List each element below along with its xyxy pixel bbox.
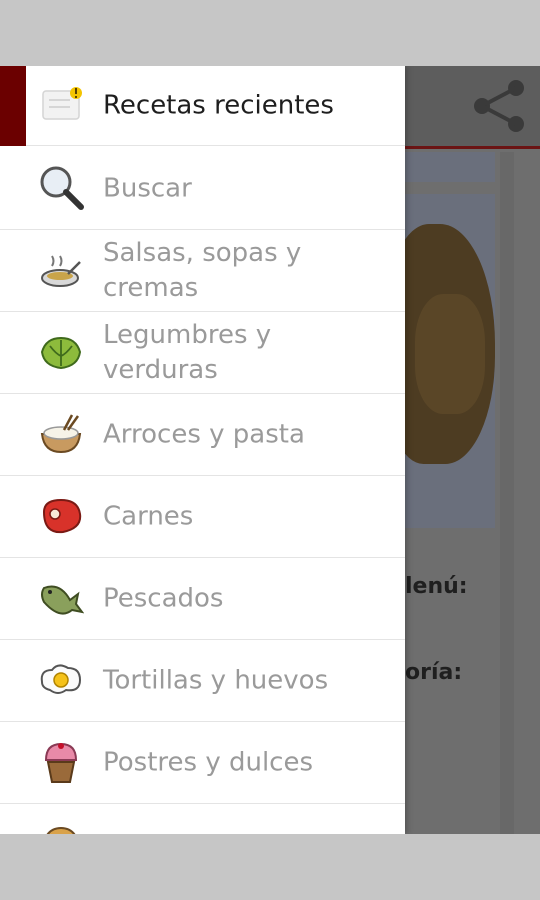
navigation-drawer: Recetas recientes Buscar Salsas, sopas y… (0, 66, 405, 834)
top-bezel (0, 0, 540, 66)
fish-icon (41, 585, 84, 615)
background-category-label: oría: (405, 660, 463, 685)
drawer-item-meats[interactable]: Carnes (0, 476, 405, 558)
drawer-item-rice-pasta[interactable]: Arroces y pasta (0, 394, 405, 476)
background-recipe-photo (405, 194, 495, 528)
drawer-item-label: Salsas, sopas y cremas (103, 237, 302, 303)
drawer-item-label: Carnes (103, 501, 194, 531)
background-menu-label: lenú: (405, 574, 468, 599)
rice-bowl-icon (40, 414, 82, 454)
recent-recipes-icon (42, 87, 82, 120)
drawer-item-fish[interactable]: Pescados (0, 558, 405, 640)
background-scroll-track (500, 152, 514, 834)
drawer-item-label: Arroces y pasta (103, 419, 305, 449)
egg-icon (40, 664, 82, 694)
drawer-item-recent-recipes[interactable]: Recetas recientes (26, 66, 405, 146)
drawer-item-label: Pescados (103, 583, 224, 613)
meat-icon (42, 498, 82, 534)
cupcake-icon (44, 742, 78, 783)
bread-icon (46, 826, 76, 834)
drawer-item-omelettes-eggs[interactable]: Tortillas y huevos (0, 640, 405, 722)
drawer-item-label: Legumbres y verduras (103, 319, 272, 385)
soup-icon (41, 255, 81, 287)
drawer-item-label: Recetas recientes (103, 90, 334, 120)
drawer-item-legumes-vegetables[interactable]: Legumbres y verduras (0, 312, 405, 394)
magnifier-icon (40, 166, 84, 210)
drawer-item-desserts-sweets[interactable]: Postres y dulces (0, 722, 405, 804)
drawer-item-search[interactable]: Buscar (0, 148, 405, 230)
screen: lenú: oría: Recetas recientes Buscar Sal… (0, 66, 540, 834)
share-icon[interactable] (470, 78, 530, 134)
background-photo-strip (405, 152, 495, 182)
drawer-item-partial[interactable] (0, 804, 405, 834)
drawer-item-sauces-soups[interactable]: Salsas, sopas y cremas (0, 230, 405, 312)
bottom-bezel (0, 834, 540, 900)
drawer-item-label: Postres y dulces (103, 747, 314, 777)
drawer-item-label: Buscar (103, 173, 192, 203)
drawer-accent-bar (0, 66, 26, 146)
lettuce-icon (40, 336, 82, 370)
drawer-item-label: Tortillas y huevos (103, 665, 329, 695)
